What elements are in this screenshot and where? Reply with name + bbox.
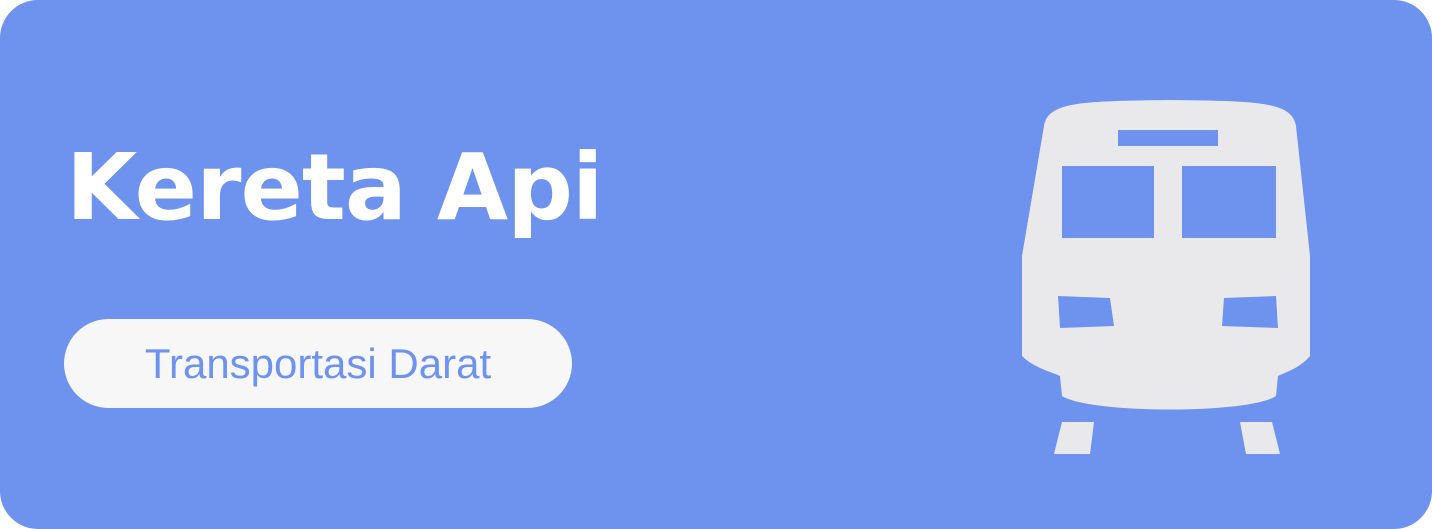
transport-card[interactable]: Kereta Api Transportasi Darat	[0, 0, 1432, 529]
train-icon	[1022, 100, 1310, 454]
train-body	[1022, 100, 1310, 410]
category-badge[interactable]: Transportasi Darat	[64, 319, 572, 408]
card-title: Kereta Api	[66, 134, 604, 241]
train-wheel-left	[1054, 422, 1094, 454]
train-wheel-right	[1240, 422, 1280, 454]
